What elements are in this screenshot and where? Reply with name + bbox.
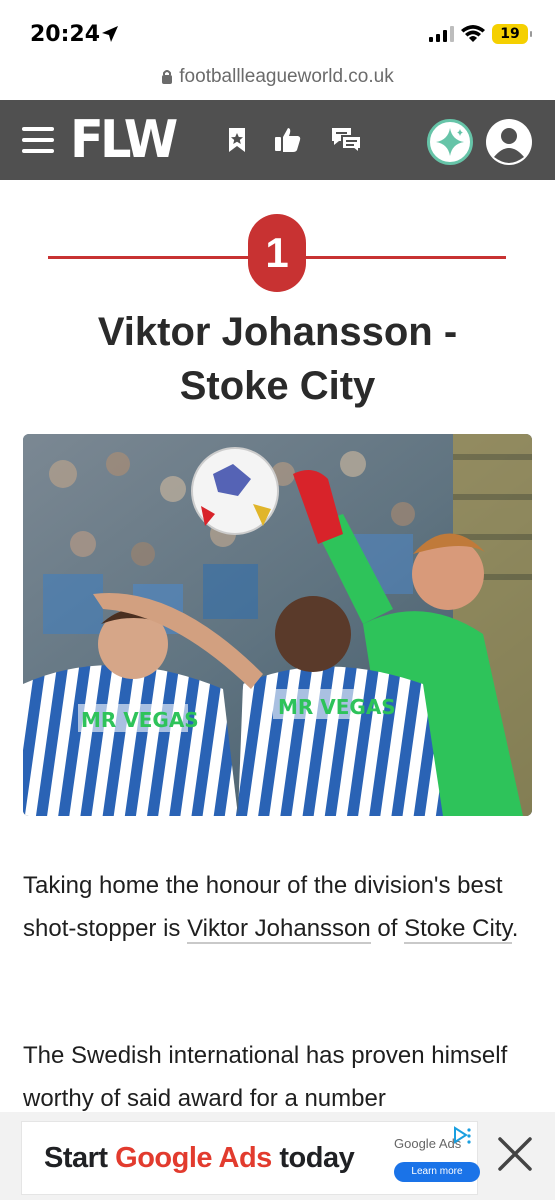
ad-learn-more-button[interactable]: Learn more (394, 1162, 480, 1182)
user-icon[interactable] (486, 119, 532, 165)
status-bar: 20:24 19 (0, 0, 555, 62)
shirt-sponsor-left: MR VEGAS (81, 708, 199, 732)
article-headline: Viktor Johansson - Stoke City (40, 305, 515, 413)
rank-divider-right (306, 256, 506, 259)
rank-divider-left (48, 256, 248, 259)
rank-badge: 1 (248, 214, 306, 292)
signal-icon (429, 26, 454, 42)
club-link[interactable]: Stoke City (404, 915, 512, 944)
site-logo[interactable]: FLW (70, 110, 178, 170)
article-photo: MR VEGAS MR VEGAS (23, 434, 532, 816)
headline-line-2: Stoke City (179, 364, 376, 408)
url-bar[interactable]: footballleagueworld.co.uk (0, 62, 555, 100)
url-domain: footballleagueworld.co.uk (179, 66, 394, 87)
location-arrow-icon (102, 26, 118, 42)
headline-line-1: Viktor Johansson - (97, 310, 458, 354)
para1-text-mid: of (370, 915, 405, 942)
ad-headline[interactable]: Start Google Ads today (44, 1142, 355, 1175)
battery-indicator: 19 (492, 24, 532, 44)
hamburger-menu-icon[interactable] (22, 127, 54, 153)
status-time: 20:24 (30, 22, 101, 47)
player-link[interactable]: Viktor Johansson (187, 915, 371, 944)
ad-banner[interactable]: Start Google Ads today Google Ads Learn … (22, 1122, 480, 1194)
wifi-icon (461, 25, 485, 42)
sparkle-icon[interactable] (427, 119, 473, 165)
para1-text-after: . (511, 915, 519, 942)
close-icon[interactable] (494, 1133, 536, 1175)
chat-icon[interactable] (330, 125, 364, 155)
adchoices-icon[interactable] (452, 1126, 472, 1148)
thumbs-up-icon[interactable] (273, 125, 303, 155)
article-paragraph-1: Taking home the honour of the division's… (23, 864, 535, 950)
bookmark-star-icon[interactable] (222, 125, 252, 155)
lock-icon (162, 70, 173, 85)
shirt-sponsor-right: MR VEGAS (278, 695, 396, 719)
article-paragraph-2: The Swedish international has proven him… (23, 1042, 508, 1112)
